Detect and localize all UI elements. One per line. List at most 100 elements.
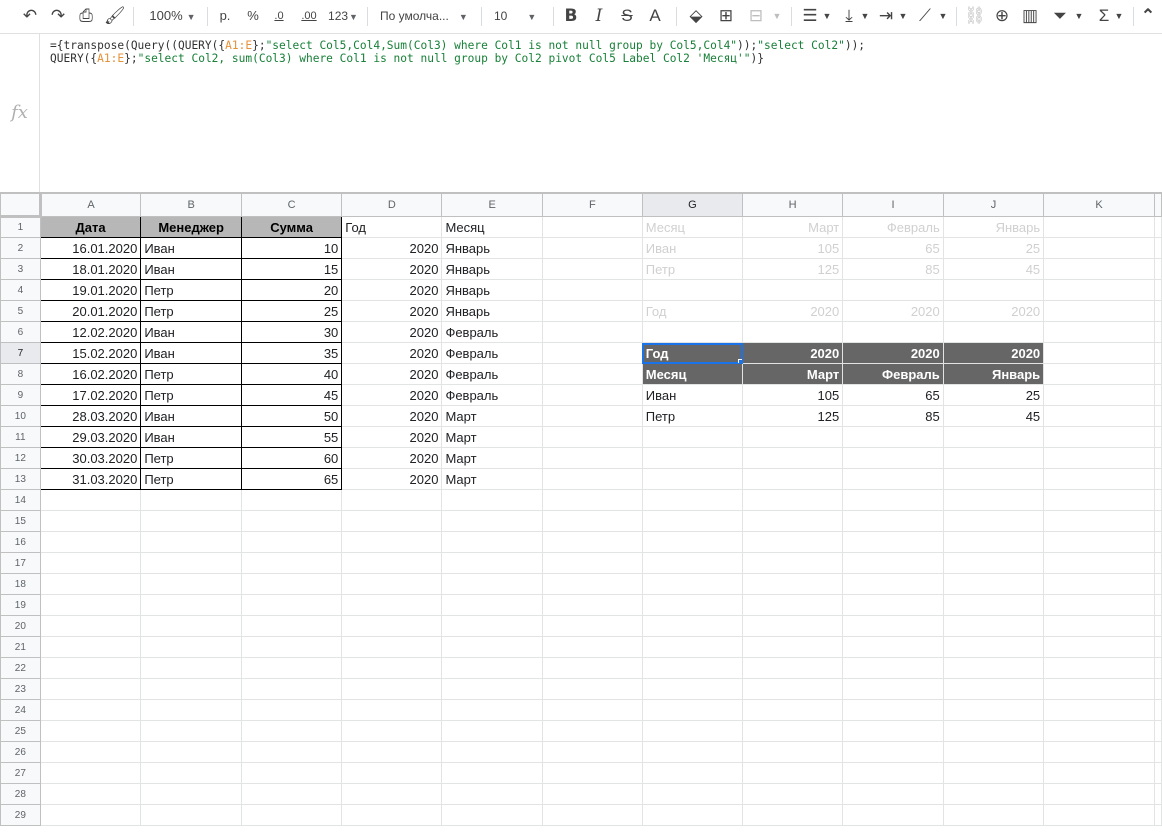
cell[interactable] (1043, 804, 1155, 826)
row-header[interactable]: 1 (0, 216, 41, 238)
cell[interactable] (1154, 489, 1162, 511)
row-header[interactable]: 5 (0, 300, 41, 322)
insert-link-icon[interactable]: ⛓ (964, 0, 986, 32)
cell[interactable] (140, 510, 242, 532)
row-header[interactable]: 28 (0, 783, 41, 805)
cell[interactable] (541, 405, 643, 427)
row-header[interactable]: 19 (0, 594, 41, 616)
cell[interactable] (1154, 405, 1162, 427)
cell[interactable]: 2020 (742, 300, 844, 322)
cell[interactable]: 30 (240, 321, 343, 343)
cell[interactable] (742, 468, 844, 490)
cell[interactable] (240, 762, 343, 784)
cell[interactable] (1043, 321, 1155, 343)
cell[interactable] (842, 678, 944, 700)
cell[interactable] (842, 720, 944, 742)
cell[interactable] (240, 783, 343, 805)
cell[interactable] (1043, 762, 1155, 784)
cell[interactable] (541, 762, 643, 784)
cell[interactable] (140, 531, 242, 553)
cell[interactable] (140, 636, 242, 658)
cell[interactable] (1043, 741, 1155, 763)
column-header-b[interactable]: B (140, 193, 242, 217)
cell[interactable]: 25 (240, 300, 343, 322)
cell[interactable]: 65 (842, 237, 944, 259)
cell[interactable] (1154, 804, 1162, 826)
cell[interactable]: 45 (240, 384, 343, 406)
cell[interactable] (1043, 510, 1155, 532)
cell[interactable] (1043, 573, 1155, 595)
cell[interactable] (742, 699, 844, 721)
cell[interactable] (240, 720, 343, 742)
cell[interactable]: Февраль (842, 216, 944, 238)
cell[interactable] (1154, 594, 1162, 616)
cell[interactable]: Иван (641, 384, 744, 406)
cell[interactable] (541, 258, 643, 280)
cell[interactable] (541, 552, 643, 574)
cell[interactable] (441, 699, 543, 721)
cell[interactable] (39, 531, 142, 553)
cell[interactable] (942, 720, 1045, 742)
cell[interactable] (1043, 720, 1155, 742)
cell[interactable] (842, 573, 944, 595)
cell[interactable]: Март (441, 447, 543, 469)
horizontal-align-icon[interactable]: ☰ (800, 0, 820, 32)
cell[interactable] (341, 510, 443, 532)
column-header-f[interactable]: F (541, 193, 643, 217)
cell[interactable] (942, 447, 1045, 469)
cell[interactable]: Январь (441, 279, 543, 301)
cell[interactable] (842, 804, 944, 826)
row-header[interactable]: 23 (0, 678, 41, 700)
cell[interactable]: 2020 (842, 342, 944, 364)
cell[interactable] (1154, 216, 1162, 238)
cell[interactable] (541, 804, 643, 826)
cell[interactable]: 2020 (341, 300, 443, 322)
cell[interactable] (1154, 636, 1162, 658)
cell[interactable] (39, 552, 142, 574)
formula-input[interactable]: ={transpose(Query((QUERY({A1:E};"select … (50, 39, 865, 65)
cell[interactable]: Петр (140, 300, 242, 322)
bold-icon[interactable]: B (562, 0, 580, 32)
cell[interactable] (842, 783, 944, 805)
text-rotation-icon[interactable]: ⟋ (914, 0, 936, 32)
cell[interactable] (341, 699, 443, 721)
cell[interactable] (1043, 594, 1155, 616)
cell[interactable]: 10 (240, 237, 343, 259)
cell[interactable] (641, 531, 744, 553)
cell[interactable] (1154, 384, 1162, 406)
cell[interactable]: 2020 (341, 237, 443, 259)
cell[interactable] (1043, 699, 1155, 721)
cell[interactable] (541, 594, 643, 616)
cell[interactable] (1154, 300, 1162, 322)
cell[interactable] (942, 657, 1045, 679)
cell[interactable] (1043, 426, 1155, 448)
cell[interactable] (742, 594, 844, 616)
cell[interactable] (1043, 300, 1155, 322)
cell[interactable] (541, 468, 643, 490)
cell[interactable]: 29.03.2020 (39, 426, 142, 448)
cell[interactable] (1154, 447, 1162, 469)
cell[interactable] (942, 636, 1045, 658)
cell[interactable] (842, 510, 944, 532)
cell[interactable] (140, 552, 242, 574)
cell[interactable] (140, 657, 242, 679)
vertical-align-icon[interactable]: ⤓ (840, 0, 858, 32)
cell[interactable] (842, 468, 944, 490)
row-header[interactable]: 13 (0, 468, 41, 490)
cell[interactable]: 65 (240, 468, 343, 490)
cell[interactable] (1043, 279, 1155, 301)
cell[interactable] (441, 762, 543, 784)
cell[interactable] (742, 804, 844, 826)
cell[interactable] (641, 678, 744, 700)
cell[interactable] (441, 741, 543, 763)
cell[interactable] (341, 678, 443, 700)
cell[interactable]: Петр (140, 279, 242, 301)
cell[interactable] (39, 573, 142, 595)
cell[interactable]: 55 (240, 426, 343, 448)
cell[interactable] (441, 573, 543, 595)
cell[interactable]: 40 (240, 363, 343, 385)
insert-chart-icon[interactable]: ▥ (1020, 0, 1040, 32)
more-options-icon[interactable]: ⌃ (1140, 0, 1156, 32)
cell[interactable]: 2020 (341, 468, 443, 490)
cell[interactable]: 12.02.2020 (39, 321, 142, 343)
